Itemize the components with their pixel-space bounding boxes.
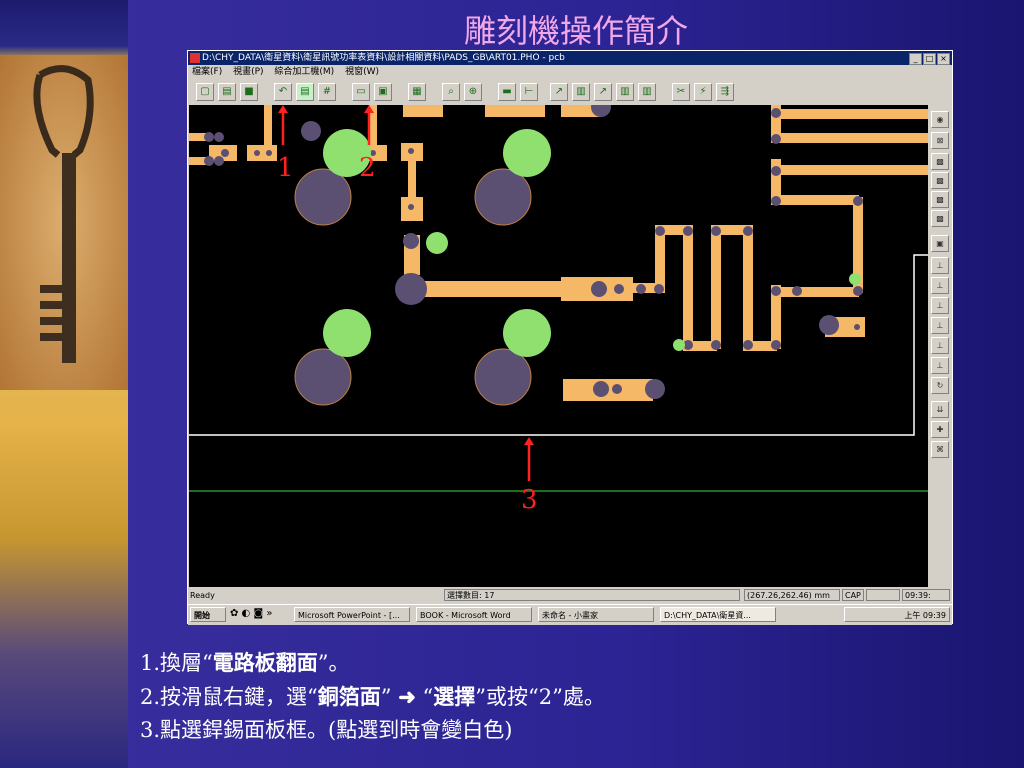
taskbar: 開始 ✿ ◐ ◙ » Microsoft PowerPoint - [... B… <box>188 604 952 625</box>
side-tool-3-icon[interactable]: ▩ <box>931 153 949 170</box>
note-line-3: 3.點選銲錫面板框。(點選到時會變白色) <box>140 718 513 742</box>
side-tool-9-icon[interactable]: ⊥ <box>931 277 949 294</box>
window-title: D:\CHY_DATA\衛星資料\衛星訊號功率表資料\設計相關資料\PADS_G… <box>202 53 565 63</box>
status-selected-count: 選擇數目: 17 <box>444 589 740 601</box>
right-toolbar: ◉ ⊠ ▩ ▩ ▩ ▩ ▣ ⊥ ⊥ ⊥ ⊥ ⊥ ⊥ ↻ ⇊ ✚ ⌘ <box>929 105 951 587</box>
quicklaunch-icons[interactable]: ✿ ◐ ◙ » <box>230 608 272 619</box>
side-tool-14-icon[interactable]: ↻ <box>931 377 949 394</box>
side-tool-7-icon[interactable]: ▣ <box>931 235 949 252</box>
status-time: 09:39: <box>902 589 950 601</box>
start-button[interactable]: 開始 <box>190 607 226 622</box>
side-tool-11-icon[interactable]: ⊥ <box>931 317 949 334</box>
route-tool-2-icon[interactable]: ▥ <box>572 83 590 101</box>
pcb-traces <box>189 105 928 401</box>
grid-icon[interactable]: # <box>318 83 336 101</box>
menu-file[interactable]: 檔案(F) <box>192 67 222 77</box>
pcb-canvas[interactable]: 1 2 3 <box>189 105 928 587</box>
left-decor-bar <box>0 0 128 768</box>
app-icon <box>190 53 200 63</box>
side-tool-4-icon[interactable]: ▩ <box>931 172 949 189</box>
menu-window[interactable]: 視窗(W) <box>345 67 379 77</box>
note-line-1: 1.換層“電路板翻面”。 <box>140 650 350 675</box>
status-ready: Ready <box>190 591 215 600</box>
annotation-1: 1 <box>277 153 294 183</box>
calculator-icon[interactable]: ▦ <box>408 83 426 101</box>
select-icon[interactable]: ▭ <box>352 83 370 101</box>
status-coords: (267.26,262.46) mm <box>744 589 840 601</box>
drill-icon[interactable]: ▬ <box>498 83 516 101</box>
toolbar: ▢ ▤ ■ ↶ ▤ # ▭ ▣ ▦ ⌕ ⊕ ▬ ⊢ ↗ ▥ ↗ ▥ ▥ ✂ ⚡ … <box>188 81 952 103</box>
undo-icon[interactable]: ↶ <box>274 83 292 101</box>
open-folder-icon[interactable]: ▤ <box>218 83 236 101</box>
side-tool-1-icon[interactable]: ◉ <box>931 111 949 128</box>
side-tool-12-icon[interactable]: ⊥ <box>931 337 949 354</box>
system-clock: 上午 09:39 <box>844 607 950 622</box>
close-button[interactable]: × <box>937 53 950 65</box>
tool-c-icon[interactable]: ⇶ <box>716 83 734 101</box>
task-powerpoint[interactable]: Microsoft PowerPoint - [... <box>294 607 410 622</box>
side-tool-10-icon[interactable]: ⊥ <box>931 297 949 314</box>
route-tool-5-icon[interactable]: ▥ <box>638 83 656 101</box>
task-word[interactable]: BOOK - Microsoft Word <box>416 607 532 622</box>
route-tool-1-icon[interactable]: ↗ <box>550 83 568 101</box>
tool-b-icon[interactable]: ⚡ <box>694 83 712 101</box>
window-titlebar: D:\CHY_DATA\衛星資料\衛星訊號功率表資料\設計相關資料\PADS_G… <box>188 51 952 65</box>
status-bar: Ready 選擇數目: 17 (267.26,262.46) mm CAP 09… <box>188 589 952 603</box>
layer-icon[interactable]: ▣ <box>374 83 392 101</box>
status-cap: CAP <box>842 589 864 601</box>
slide-title: 雕刻機操作簡介 <box>463 12 688 50</box>
annotation-3: 3 <box>521 485 538 515</box>
tool-a-icon[interactable]: ✂ <box>672 83 690 101</box>
menu-bar: 檔案(F) 視畫(P) 綜合加工機(M) 視窗(W) <box>188 65 952 79</box>
route-tool-4-icon[interactable]: ▥ <box>616 83 634 101</box>
side-tool-13-icon[interactable]: ⊥ <box>931 357 949 374</box>
maximize-button[interactable]: □ <box>923 53 936 65</box>
pcb-app-window: D:\CHY_DATA\衛星資料\衛星訊號功率表資料\設計相關資料\PADS_G… <box>187 50 953 625</box>
key-photo <box>0 55 128 390</box>
new-file-icon[interactable]: ▢ <box>196 83 214 101</box>
side-tool-6-icon[interactable]: ▩ <box>931 210 949 227</box>
side-tool-15-icon[interactable]: ⇊ <box>931 401 949 418</box>
save-icon[interactable]: ■ <box>240 83 258 101</box>
instruction-notes: 1.換層“電路板翻面”。 2.按滑鼠右鍵，選“銅箔面” ➜ “選擇”或按“2”處… <box>140 646 605 747</box>
task-paint[interactable]: 未命名 - 小畫家 <box>538 607 654 622</box>
measure-icon[interactable]: ⊢ <box>520 83 538 101</box>
menu-view[interactable]: 視畫(P) <box>233 67 263 77</box>
side-tool-16-icon[interactable]: ✚ <box>931 421 949 438</box>
side-tool-5-icon[interactable]: ▩ <box>931 191 949 208</box>
arrow-icon: ➜ <box>398 684 416 709</box>
task-pcb[interactable]: D:\CHY_DATA\衛星資... <box>660 607 776 622</box>
zoom-fit-icon[interactable]: ⊕ <box>464 83 482 101</box>
zoom-icon[interactable]: ⌕ <box>442 83 460 101</box>
flip-board-icon[interactable]: ▤ <box>296 83 314 101</box>
side-tool-17-icon[interactable]: ⌘ <box>931 441 949 458</box>
side-tool-8-icon[interactable]: ⊥ <box>931 257 949 274</box>
menu-machine[interactable]: 綜合加工機(M) <box>274 67 334 77</box>
route-tool-3-icon[interactable]: ↗ <box>594 83 612 101</box>
annotation-2: 2 <box>359 153 376 183</box>
side-tool-2-icon[interactable]: ⊠ <box>931 132 949 149</box>
minimize-button[interactable]: _ <box>909 53 922 65</box>
note-line-2: 2.按滑鼠右鍵，選“銅箔面” ➜ “選擇”或按“2”處。 <box>140 684 605 709</box>
status-empty <box>866 589 900 601</box>
